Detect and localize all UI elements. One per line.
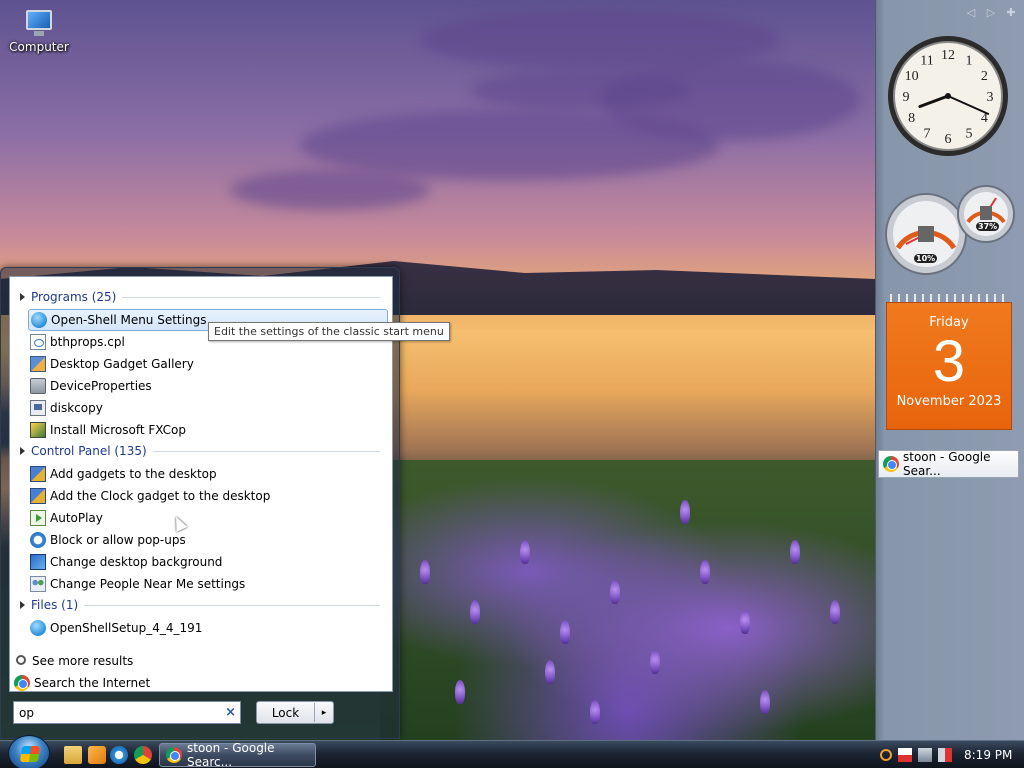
- expand-arrow-icon: [20, 447, 25, 455]
- calendar-month-year: November 2023: [896, 394, 1002, 409]
- system-tray: 8:19 PM: [874, 741, 1024, 768]
- disk-icon: [30, 400, 46, 416]
- calendar-weekday: Friday: [929, 315, 969, 330]
- clock-numeral: 12: [941, 48, 955, 63]
- block-icon: [30, 532, 46, 548]
- action-center-flag-icon[interactable]: [898, 748, 912, 762]
- people-icon: [30, 576, 46, 592]
- computer-icon: [22, 8, 56, 36]
- section-header-files[interactable]: Files (1): [14, 595, 384, 615]
- clock-numeral: 9: [903, 90, 910, 105]
- menu-item-block-popups[interactable]: Block or allow pop-ups: [28, 529, 388, 551]
- clock-numeral: 3: [987, 90, 994, 105]
- taskbar: stoon - Google Searc... 8:19 PM: [0, 735, 1024, 768]
- gallery-icon: [30, 356, 46, 372]
- clock-numeral: 1: [966, 54, 973, 69]
- expand-arrow-icon: [20, 601, 25, 609]
- expand-arrow-icon: [20, 293, 25, 301]
- menu-item-autoplay[interactable]: AutoPlay: [28, 507, 388, 529]
- sidebar-chip-label: stoon - Google Sear...: [903, 450, 991, 478]
- menu-item-people-near-me[interactable]: Change People Near Me settings: [28, 573, 388, 595]
- gadget-icon: [30, 488, 46, 504]
- globe-icon: [30, 620, 46, 636]
- section-header-control-panel[interactable]: Control Panel (135): [14, 441, 384, 461]
- desktop-background-icon: [30, 554, 46, 570]
- section-header-programs[interactable]: Programs (25): [14, 287, 384, 307]
- menu-item-add-gadgets[interactable]: Add gadgets to the desktop: [28, 463, 388, 485]
- start-search-box[interactable]: ×: [13, 701, 241, 724]
- clock-numeral: 8: [908, 111, 915, 126]
- gadget-icon: [30, 466, 46, 482]
- search-internet-link[interactable]: Search the Internet: [14, 673, 150, 693]
- menu-item-gadget-gallery[interactable]: Desktop Gadget Gallery: [28, 353, 388, 375]
- install-icon: [30, 422, 46, 438]
- windows-logo-icon: [19, 746, 41, 762]
- calendar-page: Friday 3 November 2023: [886, 302, 1012, 430]
- plus-icon[interactable]: ✚: [1004, 6, 1018, 20]
- search-input[interactable]: [19, 705, 219, 720]
- menu-item-deviceproperties[interactable]: DeviceProperties: [28, 375, 388, 397]
- desktop-icon-computer[interactable]: Computer: [8, 8, 70, 54]
- folder-icon[interactable]: [64, 746, 82, 764]
- clock-gadget[interactable]: 12 1 2 3 4 5 6 7 8 9 10 11: [886, 32, 1016, 160]
- chevron-right-icon[interactable]: ▸: [315, 708, 333, 718]
- internet-explorer-icon[interactable]: [110, 746, 128, 764]
- lock-button[interactable]: Lock ▸: [256, 701, 334, 724]
- menu-item-diskcopy[interactable]: diskcopy: [28, 397, 388, 419]
- globe-icon: [31, 312, 47, 328]
- taskbar-button-chrome[interactable]: stoon - Google Searc...: [159, 741, 316, 768]
- menu-item-install-fxcop[interactable]: Install Microsoft FXCop: [28, 419, 388, 441]
- chevron-right-icon[interactable]: ▷: [984, 6, 998, 20]
- calendar-day: 3: [932, 329, 966, 394]
- clock-numeral: 7: [924, 126, 931, 141]
- sidebar-window-chip[interactable]: stoon - Google Sear...: [878, 450, 1019, 478]
- clock-face: 12 1234567891011: [888, 36, 1008, 156]
- media-player-icon[interactable]: [88, 746, 106, 764]
- chevron-left-icon[interactable]: ◁: [964, 6, 978, 20]
- clock-numeral: 2: [981, 69, 988, 84]
- chrome-icon: [883, 456, 899, 472]
- calendar-gadget[interactable]: Friday 3 November 2023: [886, 294, 1012, 430]
- desktop-icon-label: Computer: [9, 40, 69, 54]
- see-more-results-link[interactable]: See more results: [14, 651, 133, 671]
- doc-icon: [30, 334, 46, 350]
- sidebar-controls: ◁ ▷ ✚: [964, 6, 1018, 20]
- network-icon[interactable]: [918, 748, 932, 762]
- chrome-icon: [14, 675, 30, 691]
- clock-numeral: 6: [945, 132, 952, 147]
- autoplay-icon: [30, 510, 46, 526]
- chrome-icon: [166, 747, 182, 763]
- start-button[interactable]: [8, 735, 50, 768]
- lock-button-label: Lock: [271, 705, 300, 720]
- taskbar-clock[interactable]: 8:19 PM: [964, 748, 1012, 762]
- cpu-meter-dials: [885, 185, 1015, 275]
- search-icon: [16, 655, 26, 665]
- cpu-percent: 10%: [914, 254, 938, 263]
- menu-item-desktop-background[interactable]: Change desktop background: [28, 551, 388, 573]
- memory-percent: 37%: [976, 222, 1000, 231]
- search-icon[interactable]: [880, 749, 892, 761]
- menu-item-openshellsetup[interactable]: OpenShellSetup_4_4_191: [28, 617, 388, 639]
- taskbar-button-label: stoon - Google Searc...: [187, 741, 275, 768]
- device-icon: [30, 378, 46, 394]
- tooltip: Edit the settings of the classic start m…: [208, 322, 450, 341]
- windows-sidebar: ◁ ▷ ✚ 121234567891011 10% 37%: [875, 0, 1024, 740]
- chrome-icon[interactable]: [134, 746, 152, 764]
- cpu-meter-gadget[interactable]: 10% 37%: [884, 178, 1020, 278]
- volume-muted-icon[interactable]: [938, 748, 952, 762]
- clock-numeral: 10: [905, 69, 919, 84]
- clock-numeral: 11: [920, 54, 933, 69]
- menu-item-add-clock-gadget[interactable]: Add the Clock gadget to the desktop: [28, 485, 388, 507]
- clock-numeral: 5: [966, 126, 973, 141]
- clear-search-icon[interactable]: ×: [225, 705, 236, 720]
